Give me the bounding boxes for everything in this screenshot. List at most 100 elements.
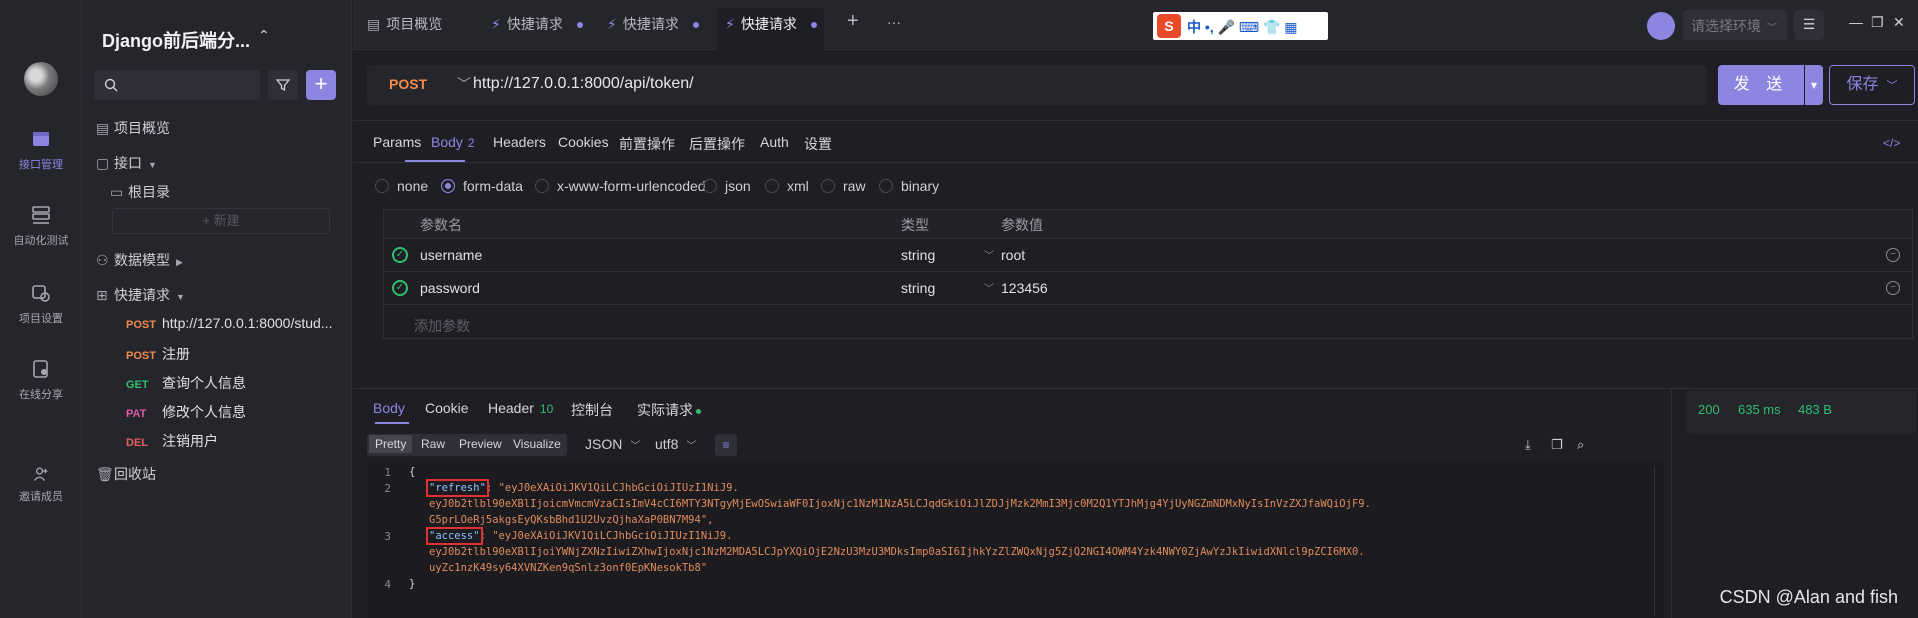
request-item[interactable]: POST http://127.0.0.1:8000/stud... [126,315,332,331]
code-line: uyZc1nzK49sy64XVNZKen9qSnlz3onf0EpKNesok… [429,562,708,574]
tab-quick-request[interactable]: ⚡ 快捷请求 [491,14,583,34]
param-name[interactable]: password [420,280,480,296]
tab-cookies[interactable]: Cookies [558,134,609,150]
tab-body[interactable]: Body 2 [431,134,475,150]
main-panel: ▤ 项目概览 ⚡ 快捷请求 ⚡ 快捷请求 ⚡ 快捷请求 + ··· S 中 •, 🎤 ⌨… [353,0,1918,618]
resp-tab-cookie[interactable]: Cookie [425,400,469,416]
environment-icon[interactable] [1647,12,1675,40]
chevron-down-icon[interactable]: ﹀ [984,247,994,262]
nav-label: 邀请成员 [19,491,63,503]
nav-project-settings[interactable]: 项目设置 [0,282,82,326]
request-item[interactable]: PAT 修改个人信息 [126,402,246,422]
ime-toolbar[interactable]: S 中 •, 🎤 ⌨ 👕 ▦ [1153,12,1328,40]
nav-online-share[interactable]: 在线分享 [0,358,82,402]
method-select[interactable]: POST [389,76,427,92]
format-preview[interactable]: Preview [459,437,502,451]
radio-form-data[interactable]: form-data [441,178,523,194]
watermark: CSDN @Alan and fish [1719,587,1898,607]
user-avatar[interactable] [24,62,58,96]
tree-project-overview[interactable]: ▤ 项目概览 [96,118,170,138]
copy-icon[interactable]: ❐ [1551,437,1563,453]
code-view-icon[interactable]: </> [1883,136,1900,150]
tab-post-request[interactable]: 后置操作 [689,134,745,154]
download-icon[interactable]: ⤓ [1525,437,1531,453]
resp-tab-header[interactable]: Header 10 [488,400,553,416]
tree-recycle-bin[interactable]: 🗑回收站 [96,464,156,484]
search-icon[interactable]: ⌕ [1577,437,1584,453]
nav-invite-members[interactable]: 邀请成员 [0,466,82,504]
radio-none[interactable]: none [375,178,428,194]
tab-settings[interactable]: 设置 [804,134,832,154]
wrap-lines-icon[interactable]: ≡ [715,434,737,456]
tab-headers[interactable]: Headers [493,134,546,150]
chevron-down-icon[interactable]: ﹀ [984,280,994,295]
tab-bar: ▤ 项目概览 ⚡ 快捷请求 ⚡ 快捷请求 ⚡ 快捷请求 + ··· S 中 •, 🎤 ⌨… [353,0,1918,50]
resp-tab-body[interactable]: Body [373,400,405,416]
language-select[interactable]: JSON ﹀ [585,436,640,452]
param-value[interactable]: 123456 [1001,280,1048,296]
tab-quick-request-active[interactable]: ⚡ 快捷请求 [725,14,817,34]
param-name[interactable]: username [420,247,482,263]
check-circle-icon[interactable]: ✓ [392,280,408,296]
nav-automation[interactable]: 自动化测试 [0,204,82,248]
format-visualize[interactable]: Visualize [513,437,561,451]
project-switch-icon[interactable]: ⌃ [258,27,270,44]
tree-api[interactable]: ▢ 接口 ▼ [96,153,157,173]
check-circle-icon[interactable]: ✓ [392,247,408,263]
param-type[interactable]: string [901,280,935,296]
project-title[interactable]: Django前后端分... [102,27,250,53]
request-item[interactable]: POST 注册 [126,344,190,364]
param-type[interactable]: string [901,247,935,263]
resp-tab-console[interactable]: 控制台 [571,400,613,420]
add-param-input[interactable]: 添加参数 [414,316,470,336]
response-size: 483 B [1798,402,1832,417]
nav-api-management[interactable]: 接口管理 [0,128,82,172]
tree-root-folder[interactable]: ▭ 根目录 [110,182,170,202]
table-row: ✓ password string ﹀ 123456 − [384,271,1912,304]
scrollbar[interactable] [1654,466,1664,616]
tab-pre-request[interactable]: 前置操作 [619,134,675,154]
radio-xml[interactable]: xml [765,178,809,194]
send-button[interactable]: 发 送 [1718,65,1804,105]
radio-urlencoded[interactable]: x-www-form-urlencoded [535,178,706,194]
close-icon[interactable]: ✕ [1893,14,1905,31]
radio-binary[interactable]: binary [879,178,939,194]
add-button[interactable]: + [306,70,336,100]
language-label: JSON [585,436,623,452]
filter-button[interactable] [268,70,298,100]
send-options-icon[interactable]: ▾ [1805,65,1823,105]
more-tabs-button[interactable]: ··· [887,14,901,30]
menu-button[interactable]: ☰ [1794,10,1824,40]
chevron-down-icon: ﹀ [686,441,697,452]
tab-project-overview[interactable]: ▤ 项目概览 [367,14,442,34]
tree-data-model[interactable]: ⚇ 数据模型 ▶ [96,250,183,270]
restore-icon[interactable]: ❐ [1871,14,1884,31]
code-line: eyJ0b2tlbl90eXBlIjoiYWNjZXNzIiwiZXhwIjox… [429,546,1365,558]
remove-row-icon[interactable]: − [1886,281,1900,295]
radio-json[interactable]: json [703,178,751,194]
environment-select[interactable]: 请选择环境 ﹀ [1683,10,1787,40]
response-code-editor[interactable]: 1 { 2 "refresh": "eyJ0eXAiOiJKV1QiLCJhbG… [367,462,1664,618]
tree-quick-requests[interactable]: ⊞ 快捷请求 ▼ [96,285,185,305]
resp-tab-actual-request[interactable]: 实际请求 [637,400,701,420]
radio-circle [821,179,835,193]
encoding-select[interactable]: utf8 ﹀ [655,436,696,452]
tab-auth[interactable]: Auth [760,134,789,150]
sidebar-search-input[interactable] [94,70,260,100]
param-value[interactable]: root [1001,247,1025,263]
remove-row-icon[interactable]: − [1886,248,1900,262]
request-item[interactable]: GET 查询个人信息 [126,373,246,393]
save-button[interactable]: 保存 ﹀ [1829,65,1915,105]
url-input[interactable]: http://127.0.0.1:8000/api/token/ [473,75,694,93]
radio-raw[interactable]: raw [821,178,866,194]
divider [1671,388,1672,618]
format-pretty[interactable]: Pretty [369,435,413,453]
format-raw[interactable]: Raw [421,437,445,451]
new-button[interactable]: + 新建 [112,208,330,234]
minimize-icon[interactable]: — [1849,14,1863,30]
request-item[interactable]: DEL 注销用户 [126,431,218,451]
tab-quick-request[interactable]: ⚡ 快捷请求 [607,14,699,34]
chevron-down-icon[interactable]: ﹀ [457,74,471,94]
tab-params[interactable]: Params [373,134,421,150]
new-tab-button[interactable]: + [847,10,859,33]
